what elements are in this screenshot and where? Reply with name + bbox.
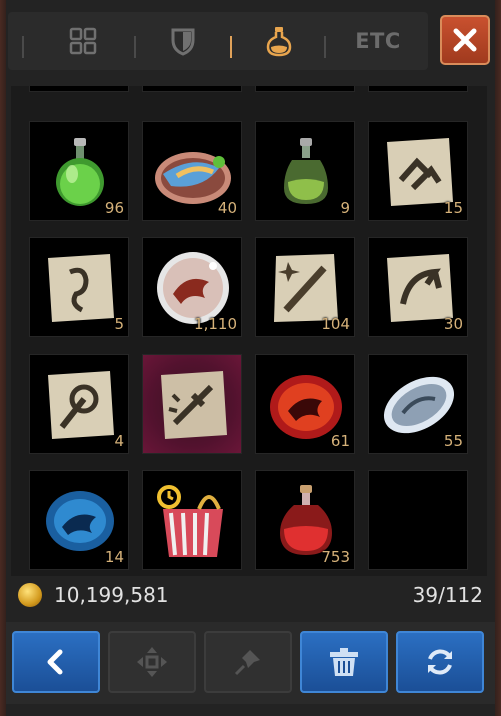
inventory-slot[interactable]: 4 (29, 354, 129, 454)
green-elixir-icon (284, 138, 328, 204)
inventory-grid[interactable]: 10 3 2 96 40 9 (11, 86, 487, 576)
tab-separator (22, 36, 24, 58)
move-button[interactable] (108, 631, 196, 693)
inventory-slot[interactable]: 9 (255, 121, 355, 221)
item-quantity: 61 (330, 432, 350, 450)
inventory-slot[interactable]: 55 (368, 354, 468, 454)
item-quantity: 15 (443, 199, 463, 217)
inventory-slot[interactable]: 40 (142, 121, 242, 221)
back-button[interactable] (12, 631, 100, 693)
gold-display: 10,199,581 (18, 580, 169, 610)
skill-scroll-icon (48, 371, 114, 439)
pin-icon (234, 650, 260, 676)
item-quantity: 10 (105, 86, 124, 88)
inventory-slot[interactable]: 30 (368, 237, 468, 337)
chevron-left-icon (47, 649, 63, 675)
inventory-slot-selected[interactable] (142, 354, 242, 454)
tab-etc[interactable]: ETC (336, 12, 420, 70)
bottom-toolbar (6, 622, 495, 704)
tab-all[interactable] (48, 12, 118, 70)
inventory-capacity: 39/112 (412, 583, 483, 607)
refresh-button[interactable] (396, 631, 484, 693)
inventory-slot-empty[interactable] (368, 470, 468, 570)
inventory-slot[interactable]: 753 (255, 470, 355, 570)
shield-icon (171, 28, 195, 56)
gift-bag-icon (157, 485, 223, 557)
tab-separator-active (230, 36, 232, 58)
item-quantity: 753 (321, 548, 350, 566)
gold-coin-icon (18, 583, 42, 607)
trash-icon (330, 648, 358, 676)
category-tab-bar: ETC (8, 12, 428, 70)
tab-etc-label: ETC (355, 29, 401, 53)
item-quantity: 96 (104, 199, 124, 217)
item-quantity: 2 (340, 86, 350, 88)
item-quantity: 4 (114, 432, 124, 450)
item-quantity: 55 (443, 432, 463, 450)
item-quantity: 3 (227, 86, 237, 88)
inventory-slot-partial[interactable] (368, 86, 468, 92)
item-quantity: 104 (321, 315, 350, 333)
refresh-icon (428, 649, 452, 675)
move-arrows-icon (137, 647, 167, 677)
grid-icon (69, 27, 97, 55)
inventory-slot-partial[interactable]: 2 (255, 86, 355, 92)
potion-icon (266, 27, 292, 57)
skill-scroll-icon (161, 371, 227, 439)
inventory-slot[interactable]: 15 (368, 121, 468, 221)
item-quantity: 1,110 (194, 315, 237, 333)
item-quantity: 14 (104, 548, 124, 566)
inventory-slot[interactable]: 1,110 (142, 237, 242, 337)
tab-equipment[interactable] (148, 12, 218, 70)
item-quantity: 9 (340, 199, 350, 217)
inventory-slot[interactable]: 96 (29, 121, 129, 221)
close-icon (453, 28, 477, 52)
close-button[interactable] (440, 15, 490, 65)
inventory-slot-partial[interactable]: 10 (29, 86, 129, 92)
skill-scroll-icon (48, 254, 114, 322)
inventory-slot[interactable]: 14 (29, 470, 129, 570)
tab-separator (324, 36, 326, 58)
item-quantity: 5 (114, 315, 124, 333)
gold-amount: 10,199,581 (54, 583, 169, 607)
item-quantity: 30 (443, 315, 463, 333)
inventory-slot-partial[interactable]: 3 (142, 86, 242, 92)
inventory-slot[interactable] (142, 470, 242, 570)
discard-button[interactable] (300, 631, 388, 693)
inventory-slot[interactable]: 104 (255, 237, 355, 337)
inventory-slot[interactable]: 61 (255, 354, 355, 454)
pin-button[interactable] (204, 631, 292, 693)
inventory-slot[interactable]: 5 (29, 237, 129, 337)
tab-consumable[interactable] (244, 12, 314, 70)
tab-separator (134, 36, 136, 58)
item-quantity: 40 (217, 199, 237, 217)
